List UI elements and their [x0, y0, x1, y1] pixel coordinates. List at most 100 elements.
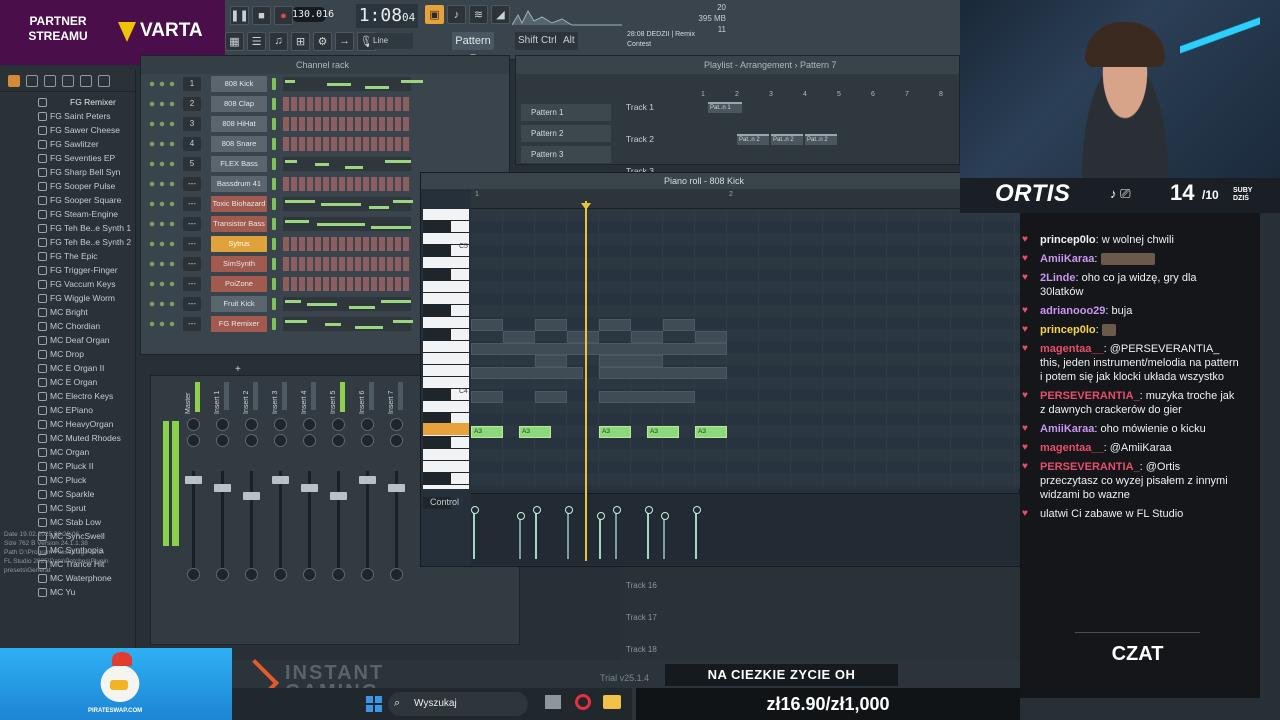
stereo-knob[interactable]: [303, 434, 316, 447]
track-label[interactable]: Track 17: [626, 613, 657, 622]
track-label[interactable]: Track 18: [626, 645, 657, 654]
velocity-bar[interactable]: [613, 506, 621, 559]
snap-select[interactable]: Line: [369, 33, 413, 49]
channel-mini-roll[interactable]: [283, 197, 413, 211]
browser-item[interactable]: FG Sawlitzer: [0, 137, 135, 151]
note-a3[interactable]: A3: [471, 426, 503, 438]
channel-toggle-icon[interactable]: [147, 160, 177, 168]
mixer-strip-label[interactable]: Insert 2: [243, 384, 251, 414]
channel-select-lamp[interactable]: [272, 238, 276, 250]
channel-name-button[interactable]: FG Remixer: [211, 316, 267, 332]
channel-select-lamp[interactable]: [272, 258, 276, 270]
pattern-item[interactable]: Pattern 3: [521, 146, 611, 163]
channel-mixer-track[interactable]: ---: [183, 177, 201, 191]
stereo-knob[interactable]: [187, 434, 200, 447]
browser-item[interactable]: MC Sprut: [0, 501, 135, 515]
send-knob[interactable]: [332, 568, 345, 581]
volume-fader[interactable]: [243, 471, 260, 581]
channel-select-lamp[interactable]: [272, 218, 276, 230]
mixer-strip-label[interactable]: Insert 6: [359, 384, 367, 414]
pan-knob[interactable]: [187, 418, 200, 431]
mixer-strip-label[interactable]: Insert 5: [330, 384, 338, 414]
chat-username[interactable]: adrianooo29: [1040, 305, 1105, 317]
velocity-lane[interactable]: [471, 493, 1021, 565]
channel-select-lamp[interactable]: [272, 138, 276, 150]
volume-fader[interactable]: [272, 471, 289, 581]
stereo-knob[interactable]: [390, 434, 403, 447]
black-key[interactable]: [423, 437, 451, 449]
velocity-bar[interactable]: [645, 506, 653, 559]
piano-roll-header[interactable]: Piano roll - 808 Kick: [421, 173, 1019, 189]
velocity-bar[interactable]: [471, 506, 479, 559]
browser-item[interactable]: FG Trigger-Finger: [0, 263, 135, 277]
chat-username[interactable]: magentaa__: [1040, 442, 1104, 454]
fader-handle[interactable]: [185, 476, 202, 484]
channel-rack-header[interactable]: Channel rack: [141, 56, 509, 74]
browser-item[interactable]: MC Deaf Organ: [0, 333, 135, 347]
pattern-clip[interactable]: Pat..n 2: [771, 134, 803, 145]
chat-username[interactable]: princep0lo: [1040, 234, 1096, 246]
channel-select-lamp[interactable]: [272, 118, 276, 130]
channel-select-lamp[interactable]: [272, 278, 276, 290]
browser-item[interactable]: FG Saint Peters: [0, 109, 135, 123]
black-key[interactable]: [423, 221, 451, 233]
track-label[interactable]: Track 2: [626, 134, 696, 144]
channel-toggle-icon[interactable]: [147, 100, 177, 108]
tempo-display[interactable]: 130.016: [292, 7, 334, 22]
browser-item[interactable]: MC Sparkle: [0, 487, 135, 501]
track-label[interactable]: Track 16: [626, 581, 657, 590]
velocity-bar[interactable]: [533, 506, 541, 559]
step-sequencer[interactable]: [283, 177, 411, 191]
mixer-strip-label[interactable]: Insert 3: [272, 384, 280, 414]
step-sequencer[interactable]: [283, 257, 411, 271]
arrow-icon[interactable]: →: [335, 31, 354, 51]
piano-roll-grid[interactable]: A3 A3 A3 A3 A3: [471, 209, 1021, 489]
windows-start-icon[interactable]: [366, 696, 382, 712]
channel-mixer-track[interactable]: ---: [183, 317, 201, 331]
step-sequencer[interactable]: [283, 137, 411, 151]
fader-handle[interactable]: [214, 484, 231, 492]
browser-item[interactable]: MC E Organ II: [0, 361, 135, 375]
browser-item[interactable]: MC Yu: [0, 585, 135, 599]
channel-name-button[interactable]: Bassdrum 41: [211, 176, 267, 192]
velocity-bar[interactable]: [661, 512, 669, 559]
piano-roll-icon[interactable]: ♫: [269, 31, 288, 51]
pattern-clip[interactable]: Pat..n 1: [708, 102, 742, 113]
channel-toggle-icon[interactable]: [147, 120, 177, 128]
fader-handle[interactable]: [301, 484, 318, 492]
step-sequencer[interactable]: [283, 97, 411, 111]
pan-knob[interactable]: [216, 418, 229, 431]
file-explorer-icon[interactable]: [603, 695, 621, 709]
channel-name-button[interactable]: 808 HiHat: [211, 116, 267, 132]
fader-handle[interactable]: [330, 492, 347, 500]
browser-item[interactable]: MC EPiano: [0, 403, 135, 417]
channel-toggle-icon[interactable]: [147, 260, 177, 268]
browser-item[interactable]: FG The Epic: [0, 249, 135, 263]
channel-toggle-icon[interactable]: [147, 220, 177, 228]
pattern-item[interactable]: Pattern 2: [521, 125, 611, 142]
browser-item[interactable]: FG Teh Be..e Synth 2: [0, 235, 135, 249]
channel-select-lamp[interactable]: [272, 178, 276, 190]
pattern-clip[interactable]: Pat..n 2: [805, 134, 837, 145]
fader-handle[interactable]: [359, 476, 376, 484]
chat-username[interactable]: 2Linde: [1040, 272, 1075, 284]
browser-item[interactable]: MC E Organ: [0, 375, 135, 389]
pan-knob[interactable]: [332, 418, 345, 431]
channel-name-button[interactable]: PoiZone: [211, 276, 267, 292]
channel-mini-roll[interactable]: [283, 157, 411, 171]
mixer-strip-label[interactable]: Insert 1: [214, 384, 222, 414]
black-key[interactable]: [423, 245, 451, 257]
black-key[interactable]: [423, 269, 451, 281]
browser-icon[interactable]: ⊞: [291, 31, 310, 51]
send-knob[interactable]: [390, 568, 403, 581]
channel-mixer-track[interactable]: ---: [183, 257, 201, 271]
channel-select-lamp[interactable]: [272, 198, 276, 210]
wait-icon[interactable]: ≋: [469, 5, 488, 24]
channel-toggle-icon[interactable]: [147, 200, 177, 208]
browser-tab-icon[interactable]: [8, 74, 20, 87]
browser-item[interactable]: FG Vaccum Keys: [0, 277, 135, 291]
pan-knob[interactable]: [303, 418, 316, 431]
stereo-knob[interactable]: [361, 434, 374, 447]
browser-item[interactable]: MC Bright: [0, 305, 135, 319]
note-a3[interactable]: A3: [599, 426, 631, 438]
